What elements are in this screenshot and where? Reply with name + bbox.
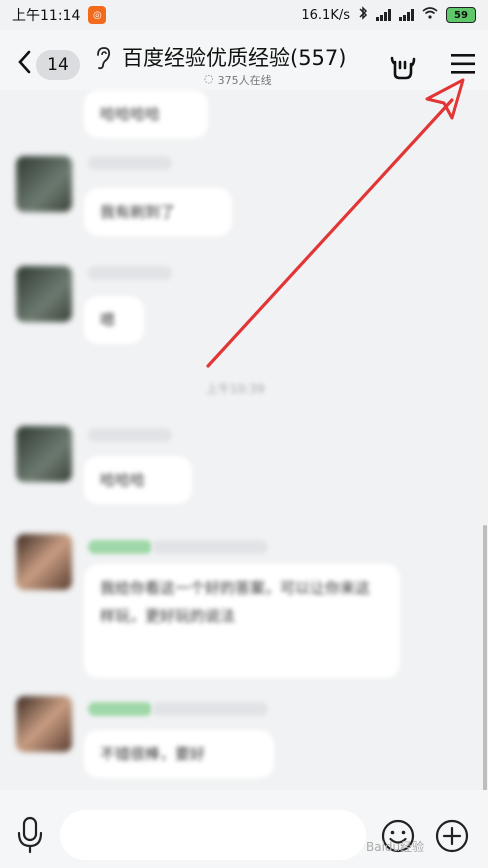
sender-name (88, 266, 172, 280)
chat-scrollbar[interactable] (483, 525, 487, 795)
message-bubble[interactable]: 我给你看这一个好的答案，可以让你来这样玩，更好玩的说法 (84, 564, 400, 678)
sender-name (152, 540, 268, 554)
group-title: 百度经验优质经验(557) (122, 46, 347, 70)
menu-icon (451, 54, 475, 74)
message-bubble[interactable]: 哈哈哈 (84, 456, 192, 504)
baidu-watermark: Baidu经验 (366, 840, 425, 854)
voice-button[interactable] (16, 816, 44, 854)
avatar[interactable] (16, 266, 72, 322)
bluetooth-icon (358, 6, 368, 24)
unread-count-badge[interactable]: 14 (36, 50, 80, 80)
status-bar: 上午11:14 ◎ 16.1K/s 59 (0, 0, 488, 30)
wifi-icon (422, 7, 438, 23)
battery-icon: 59 (446, 7, 476, 23)
sender-name (88, 428, 172, 442)
sender-badge (88, 702, 152, 716)
message-bubble[interactable]: 不错很棒，要好 (84, 730, 274, 778)
plus-icon (435, 819, 469, 853)
message-timestamp: 上午10:39 (206, 382, 265, 396)
avatar[interactable] (16, 156, 72, 212)
message-bubble[interactable]: 嗯 (84, 296, 144, 344)
sender-name (88, 156, 172, 170)
message-bubble[interactable]: 哈哈哈哈 (84, 90, 208, 138)
online-dot-icon: ◌ (204, 72, 214, 85)
input-bar (0, 790, 488, 868)
app-notification-icon: ◎ (88, 6, 107, 24)
sender-name (152, 702, 268, 716)
avatar[interactable] (16, 696, 72, 752)
message-bubble[interactable]: 我有刷到了 (84, 188, 232, 236)
signal-icon-2 (399, 9, 414, 21)
online-count-text: 375人在线 (217, 74, 272, 87)
gesture-icon[interactable] (388, 50, 418, 80)
back-button[interactable] (12, 48, 36, 76)
sender-badge (88, 540, 152, 554)
ear-icon[interactable] (94, 46, 112, 70)
network-speed: 16.1K/s (301, 7, 350, 23)
chat-header: 14 百度经验优质经验(557) ◌ 375人在线 (0, 30, 488, 90)
chat-message-list[interactable]: 哈哈哈哈 我有刷到了 嗯 上午10:39 哈哈哈 我给你看这一个好的答案，可以让… (0, 90, 488, 795)
back-icon (18, 50, 31, 74)
signal-icon (376, 9, 391, 21)
message-input[interactable] (60, 810, 366, 860)
mic-icon (17, 816, 43, 854)
online-count: ◌ 375人在线 (204, 72, 272, 88)
avatar[interactable] (16, 426, 72, 482)
plus-button[interactable] (434, 818, 470, 854)
avatar[interactable] (16, 534, 72, 590)
menu-button[interactable] (450, 52, 476, 76)
status-time: 上午11:14 (12, 8, 81, 24)
